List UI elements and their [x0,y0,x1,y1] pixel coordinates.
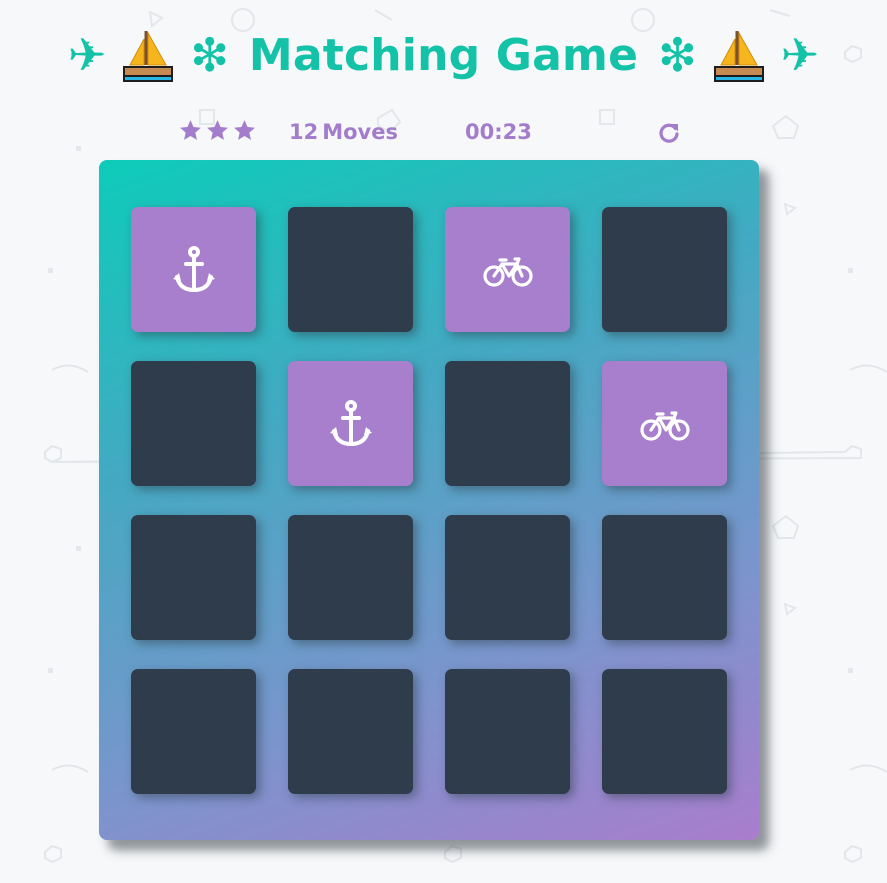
sparkle-icon: ❇ [190,28,229,82]
bicycle-icon [639,410,690,441]
card-deck [99,160,759,840]
anchor-icon [329,399,372,446]
card[interactable] [288,515,413,640]
restart-icon[interactable] [656,120,682,146]
card[interactable] [131,669,256,794]
sailboat-icon [123,31,174,82]
game-title: ✈ ❇ Matching Game ❇ ✈ [0,22,887,88]
card[interactable] [445,515,570,640]
card[interactable] [445,669,570,794]
card[interactable] [602,515,727,640]
moves-count: 12 [289,120,319,144]
timer: 00:23 [465,120,532,144]
airplane-icon: ✈ [67,28,107,82]
airplane-icon: ✈ [780,28,820,82]
card[interactable] [131,515,256,640]
anchor-icon [172,245,215,292]
page-title: Matching Game [248,29,639,81]
moves-counter: 12 Moves [289,120,398,144]
sailboat-icon [713,31,764,82]
card[interactable] [288,669,413,794]
star-icon [234,120,255,140]
card[interactable] [131,361,256,486]
bicycle-icon [482,256,533,287]
card[interactable] [602,207,727,332]
card[interactable] [602,669,727,794]
moves-label: Moves [322,120,398,144]
sparkle-icon: ❇ [658,28,697,82]
card[interactable] [131,207,256,332]
score-panel: 12 Moves 00:23 [0,112,887,152]
card[interactable] [602,361,727,486]
card[interactable] [445,207,570,332]
card[interactable] [288,207,413,332]
star-icon [207,120,228,140]
star-icon [180,120,201,140]
card[interactable] [445,361,570,486]
star-rating [178,118,257,143]
card[interactable] [288,361,413,486]
